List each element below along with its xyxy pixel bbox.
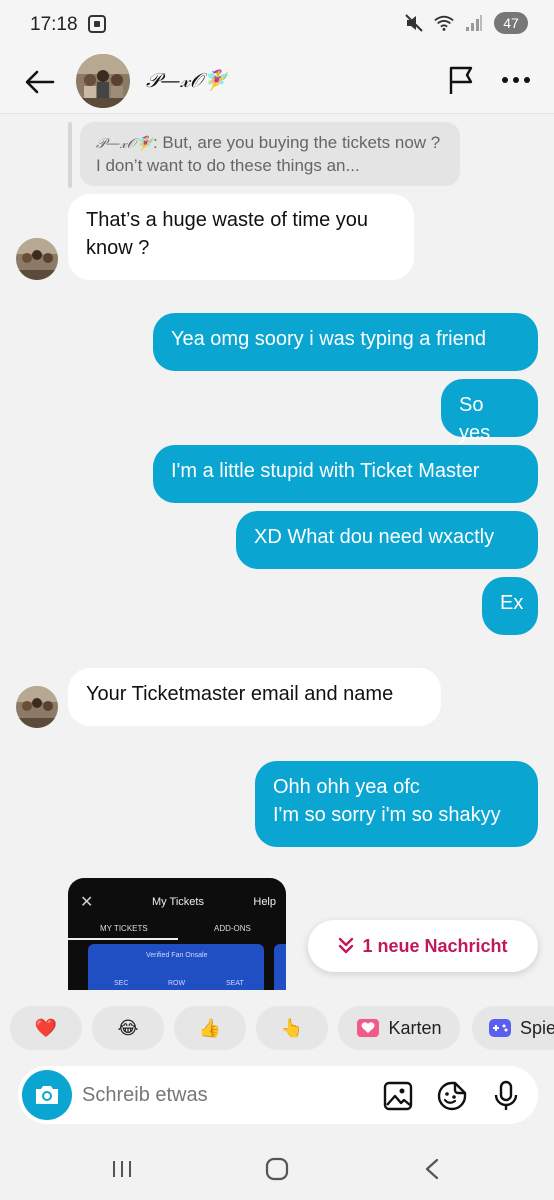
image-tab-my-tickets: MY TICKETS: [100, 924, 148, 933]
gallery-icon[interactable]: [382, 1080, 414, 1112]
image-help: Help: [253, 896, 276, 908]
image-tab-add-ons: ADD-ONS: [214, 924, 251, 933]
heart-icon: ❤️: [34, 1017, 58, 1038]
signal-icon: [464, 13, 484, 33]
recent-apps-icon[interactable]: [102, 1154, 142, 1184]
ticket-header: Verified Fan Onsale: [146, 952, 208, 959]
wifi-icon: [434, 13, 454, 33]
status-bar: 17:18 47: [0, 0, 554, 52]
message-bubble-outgoing[interactable]: Yea omg soory i was typing a friend: [153, 313, 538, 371]
message-input[interactable]: [82, 1080, 372, 1110]
ticket-seat: SEAT: [226, 980, 244, 987]
back-nav-icon[interactable]: [412, 1154, 452, 1184]
status-icons: 47: [404, 12, 528, 34]
message-bubble-outgoing[interactable]: So yes: [441, 379, 538, 444]
home-icon[interactable]: [257, 1154, 297, 1184]
microphone-icon[interactable]: [490, 1080, 522, 1112]
close-icon: ✕: [80, 894, 94, 911]
more-dots-icon[interactable]: [498, 64, 534, 96]
battery-icon: 47: [494, 12, 528, 34]
karten-button[interactable]: Karten: [338, 1006, 460, 1050]
contact-name[interactable]: 𝒫—𝓍𝒪🧚‍♀️: [146, 68, 227, 92]
back-arrow-icon[interactable]: [22, 64, 58, 100]
tab-underline: [68, 938, 178, 940]
quote-indicator: [68, 122, 72, 188]
pointing-up-icon: 👆: [280, 1017, 304, 1038]
message-bubble-outgoing[interactable]: I'm a little stupid with Ticket Master: [153, 445, 538, 503]
reaction-heart[interactable]: ❤️: [10, 1006, 82, 1050]
flag-icon[interactable]: [446, 64, 478, 96]
camera-button[interactable]: [22, 1070, 72, 1120]
ticket-card-next: [274, 944, 286, 990]
reaction-thumbs-up[interactable]: 👍: [174, 1006, 246, 1050]
sticker-icon[interactable]: [436, 1080, 468, 1112]
new-message-button[interactable]: 1 neue Nachricht: [308, 920, 538, 972]
message-bubble-outgoing[interactable]: Ex: [482, 577, 538, 635]
message-bubble-incoming[interactable]: Your Ticketmaster email and name: [68, 668, 441, 726]
quoted-message[interactable]: 𝒫—𝓍𝒪🧚‍♀️: But, are you buying the ticket…: [80, 122, 460, 186]
contact-avatar-small[interactable]: [16, 238, 58, 280]
contact-avatar-small[interactable]: [16, 686, 58, 728]
contact-avatar[interactable]: [76, 54, 130, 108]
quick-reactions-bar: ❤️ 😂 👍 👆 Karten Spie: [0, 1006, 554, 1050]
image-title: My Tickets: [152, 896, 204, 908]
new-message-label: 1 neue Nachricht: [362, 935, 508, 956]
ticket-sec: SEC: [114, 980, 129, 987]
camera-icon: [36, 1086, 58, 1104]
screenshot-icon: [88, 15, 106, 33]
chat-header: 𝒫—𝓍𝒪🧚‍♀️: [0, 52, 554, 114]
double-chevron-down-icon: [339, 937, 354, 954]
spiele-label: Spie: [520, 1017, 554, 1038]
message-bubble-incoming[interactable]: That’s a huge waste of time you know ?: [68, 194, 414, 280]
cards-icon: [357, 1019, 380, 1037]
mute-icon: [404, 13, 424, 33]
reaction-pointing-up[interactable]: 👆: [256, 1006, 328, 1050]
system-nav-bar: [0, 1140, 554, 1200]
status-time: 17:18: [30, 14, 78, 35]
reaction-laughing[interactable]: 😂: [92, 1006, 164, 1050]
laughing-icon: 😂: [117, 1017, 139, 1038]
spiele-button[interactable]: Spie: [472, 1006, 554, 1050]
image-message[interactable]: ✕ My Tickets Help MY TICKETS ADD-ONS Ver…: [68, 878, 286, 990]
quote-author: 𝒫—𝓍𝒪🧚‍♀️: [96, 136, 153, 152]
message-bubble-outgoing[interactable]: XD What dou need wxactly: [236, 511, 538, 569]
message-composer: [18, 1066, 538, 1124]
thumbs-up-icon: 👍: [198, 1017, 222, 1038]
karten-label: Karten: [388, 1017, 442, 1038]
ticket-row: ROW: [168, 980, 186, 987]
message-bubble-outgoing[interactable]: Ohh ohh yea ofc I'm so sorry i'm so shak…: [255, 761, 538, 847]
gamepad-icon: [489, 1019, 511, 1037]
